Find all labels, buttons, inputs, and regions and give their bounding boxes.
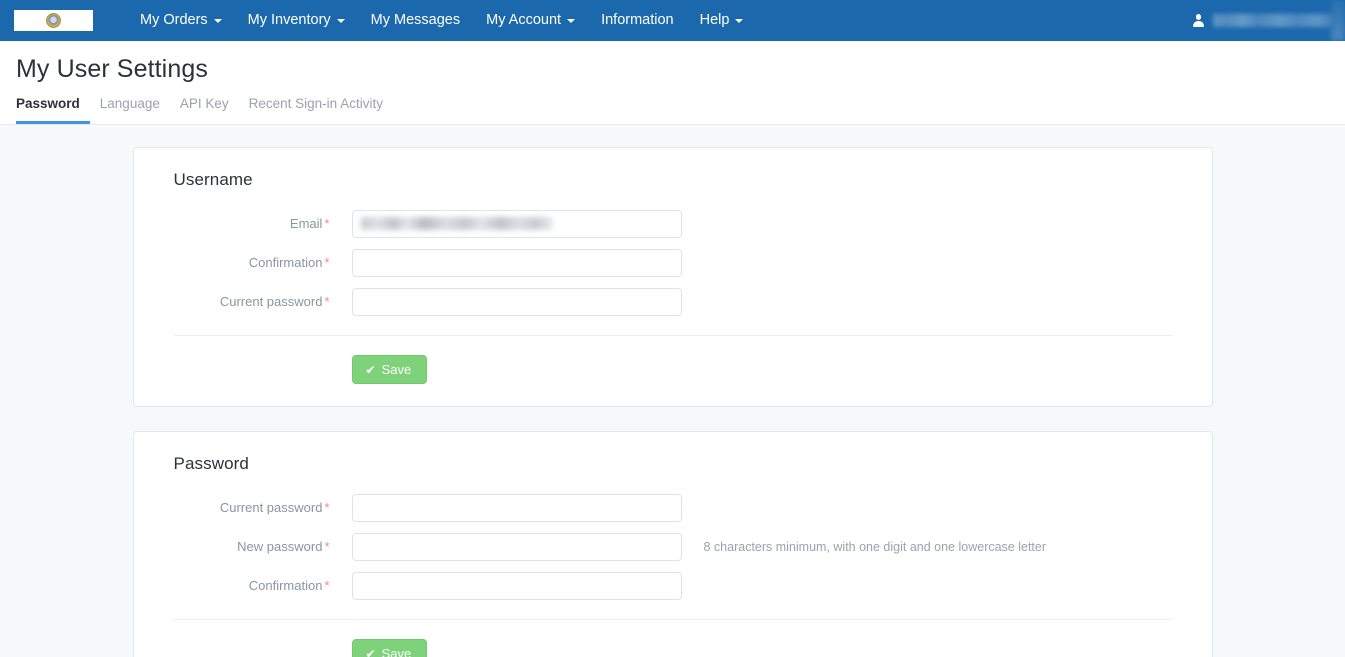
nav-item-help[interactable]: Help [687,2,757,40]
new-password-help-text: 8 characters minimum, with one digit and… [703,540,1047,555]
chevron-down-icon [336,18,345,23]
page-title: My User Settings [16,55,208,83]
check-icon: ✔ [365,362,376,377]
current-password-field-wrap [351,494,682,523]
username-save-label: Save [381,362,412,378]
nav-item-label: My Account [486,11,562,28]
tab-password[interactable]: Password [16,90,90,125]
username-card-actions: ✔ Save [154,355,1192,385]
username-card: Username Email * Confirmation * Current pa… [132,147,1213,408]
tab-label: Language [99,96,160,111]
current-password-label: Current password * [219,500,330,516]
email-field-wrap [351,210,682,239]
tab-language[interactable]: Language [90,90,170,124]
nav-item-information[interactable]: Information [588,2,687,40]
page-header: My User Settings Password Language API K… [0,41,1345,126]
current-password-input[interactable] [351,494,682,523]
username-current-password-input[interactable] [351,288,682,317]
email-confirmation-field-wrap [351,249,682,278]
username-save-button[interactable]: ✔ Save [351,355,428,385]
email-confirmation-input[interactable] [351,249,682,278]
tab-recent-sign-in-activity[interactable]: Recent Sign-in Activity [239,90,393,124]
password-card: Password Current password * New password *… [132,431,1213,657]
main-content: Username Email * Confirmation * Current pa… [0,125,1345,657]
top-navbar: My Orders My Inventory My Messages My Ac… [0,0,1345,41]
form-row-current-password: Current password * [154,494,1192,523]
new-password-label: New password * [237,539,330,555]
username-current-password-field-wrap [351,288,682,317]
brand-logo[interactable] [14,10,93,31]
settings-tabs: Password Language API Key Recent Sign-in… [0,90,1345,125]
chevron-down-icon [735,18,744,23]
tab-label: API Key [179,96,229,111]
chevron-down-icon [567,18,576,23]
nav-item-label: Information [601,11,674,28]
tab-label: Password [16,96,80,111]
username-card-divider [173,335,1172,337]
password-card-divider [173,619,1172,621]
username-card-title: Username [173,170,253,190]
nav-item-my-messages[interactable]: My Messages [358,2,473,40]
new-password-field-wrap [351,533,682,562]
nav-item-label: Help [699,11,730,28]
required-asterisk: * [324,539,330,555]
required-asterisk: * [324,255,330,271]
username-label [1213,14,1331,27]
form-row-new-password: New password * 8 characters minimum, with… [154,533,1192,562]
required-asterisk: * [324,294,330,310]
nav-item-label: My Inventory [247,11,331,28]
form-row-email-confirmation: Confirmation * [154,249,1192,278]
state-seal-icon [46,13,61,28]
password-save-button[interactable]: ✔ Save [351,639,428,657]
tab-api-key[interactable]: API Key [170,90,239,124]
password-confirmation-field-wrap [351,572,682,601]
required-asterisk: * [324,500,330,516]
new-password-input[interactable] [351,533,682,562]
password-save-label: Save [381,646,412,657]
form-row-password-confirmation: Confirmation * [154,572,1192,601]
required-asterisk: * [324,578,330,594]
password-card-actions: ✔ Save [154,639,1192,657]
nav-item-my-inventory[interactable]: My Inventory [235,2,358,40]
form-row-username-current-password: Current password * [154,288,1192,317]
email-confirmation-label: Confirmation * [248,255,330,271]
user-icon [1193,14,1204,27]
nav-item-label: My Messages [370,11,461,28]
password-card-title: Password [173,454,249,474]
password-confirmation-input[interactable] [351,572,682,601]
navbar-right-edge [1331,0,1345,41]
tab-label: Recent Sign-in Activity [248,96,383,111]
email-input[interactable] [351,210,682,239]
nav-item-label: My Orders [140,11,208,28]
username-current-password-label: Current password * [219,294,330,310]
check-icon: ✔ [365,646,376,657]
chevron-down-icon [213,18,222,23]
email-label: Email * [289,216,330,232]
nav-item-my-orders[interactable]: My Orders [127,2,235,40]
required-asterisk: * [324,216,330,232]
form-row-email: Email * [154,210,1192,239]
password-confirmation-label: Confirmation * [248,578,330,594]
user-menu[interactable] [1193,0,1331,41]
nav-item-my-account[interactable]: My Account [473,2,588,40]
main-navigation: My Orders My Inventory My Messages My Ac… [127,2,756,40]
